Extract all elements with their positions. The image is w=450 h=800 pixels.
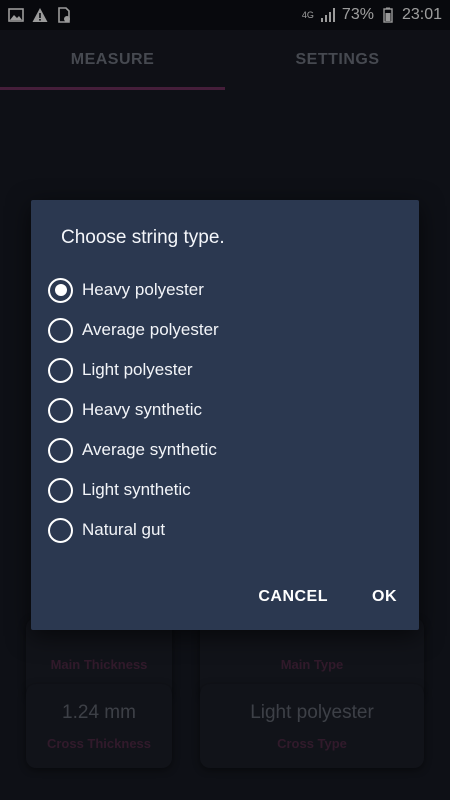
option-heavy-polyester[interactable]: Heavy polyester	[48, 270, 219, 310]
option-natural-gut[interactable]: Natural gut	[48, 510, 219, 550]
option-list: Heavy polyester Average polyester Light …	[48, 270, 219, 550]
radio-unchecked-icon	[48, 317, 73, 343]
option-average-polyester[interactable]: Average polyester	[48, 310, 219, 350]
ok-button[interactable]: OK	[350, 580, 419, 614]
radio-unchecked-icon	[48, 357, 73, 383]
option-label: Heavy polyester	[82, 280, 204, 299]
option-average-synthetic[interactable]: Average synthetic	[48, 430, 219, 470]
string-type-dialog: Choose string type. Heavy polyester Aver…	[31, 200, 419, 630]
radio-unchecked-icon	[48, 397, 73, 423]
radio-unchecked-icon	[48, 477, 73, 503]
option-label: Average synthetic	[82, 440, 217, 459]
radio-checked-icon	[48, 277, 73, 303]
option-label: Heavy synthetic	[82, 400, 202, 419]
radio-unchecked-icon	[48, 517, 73, 543]
dialog-actions: CANCEL OK	[236, 580, 419, 614]
option-light-polyester[interactable]: Light polyester	[48, 350, 219, 390]
option-label: Average polyester	[82, 320, 219, 339]
radio-unchecked-icon	[48, 437, 73, 463]
option-light-synthetic[interactable]: Light synthetic	[48, 470, 219, 510]
option-label: Light synthetic	[82, 480, 191, 499]
option-label: Natural gut	[82, 520, 166, 539]
cancel-button[interactable]: CANCEL	[236, 580, 350, 614]
option-label: Light polyester	[82, 360, 193, 379]
dialog-title: Choose string type.	[61, 227, 225, 248]
option-heavy-synthetic[interactable]: Heavy synthetic	[48, 390, 219, 430]
